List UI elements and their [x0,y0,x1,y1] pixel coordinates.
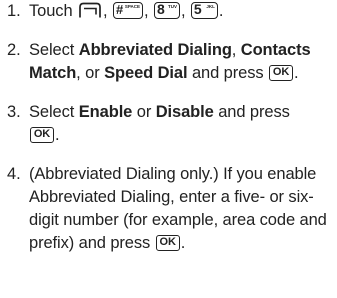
step-number: 4. [7,165,21,183]
ok-key-icon: OK [155,235,180,251]
option-enable: Enable [78,103,133,121]
menu-key-icon [78,2,102,19]
step-number: 2. [7,41,21,59]
step-4: 4. (Abbreviated Dialing only.) If you en… [0,163,337,255]
eight-key-icon: 8 TUV [153,2,180,19]
step-2: 2. Select Abbreviated Dialing, Contacts … [0,39,337,85]
option-disable: Disable [155,103,214,121]
step-text: Touch , # SPACE , 8 TUV , 5 JKL . [29,1,224,21]
step-text: Select Enable or Disable and press OK. [29,103,290,144]
option-speed-dial: Speed Dial [104,64,188,82]
ok-key-icon: OK [30,127,54,143]
step-number: 1. [7,2,21,20]
step-text: Select Abbreviated Dialing, Contacts Mat… [29,41,311,82]
option-abbreviated-dialing: Abbreviated Dialing [78,41,232,59]
hash-space-key-icon: # SPACE [112,2,143,19]
instruction-steps: 1. Touch , # SPACE , 8 TUV , 5 JKL . 2. … [0,0,337,255]
five-key-icon: 5 JKL [190,2,218,19]
step-number: 3. [7,103,21,121]
step-1: 1. Touch , # SPACE , 8 TUV , 5 JKL . [0,0,337,23]
step-text: (Abbreviated Dialing only.) If you enabl… [29,165,327,252]
step-3: 3. Select Enable or Disable and press OK… [0,101,337,147]
ok-key-icon: OK [269,65,294,81]
